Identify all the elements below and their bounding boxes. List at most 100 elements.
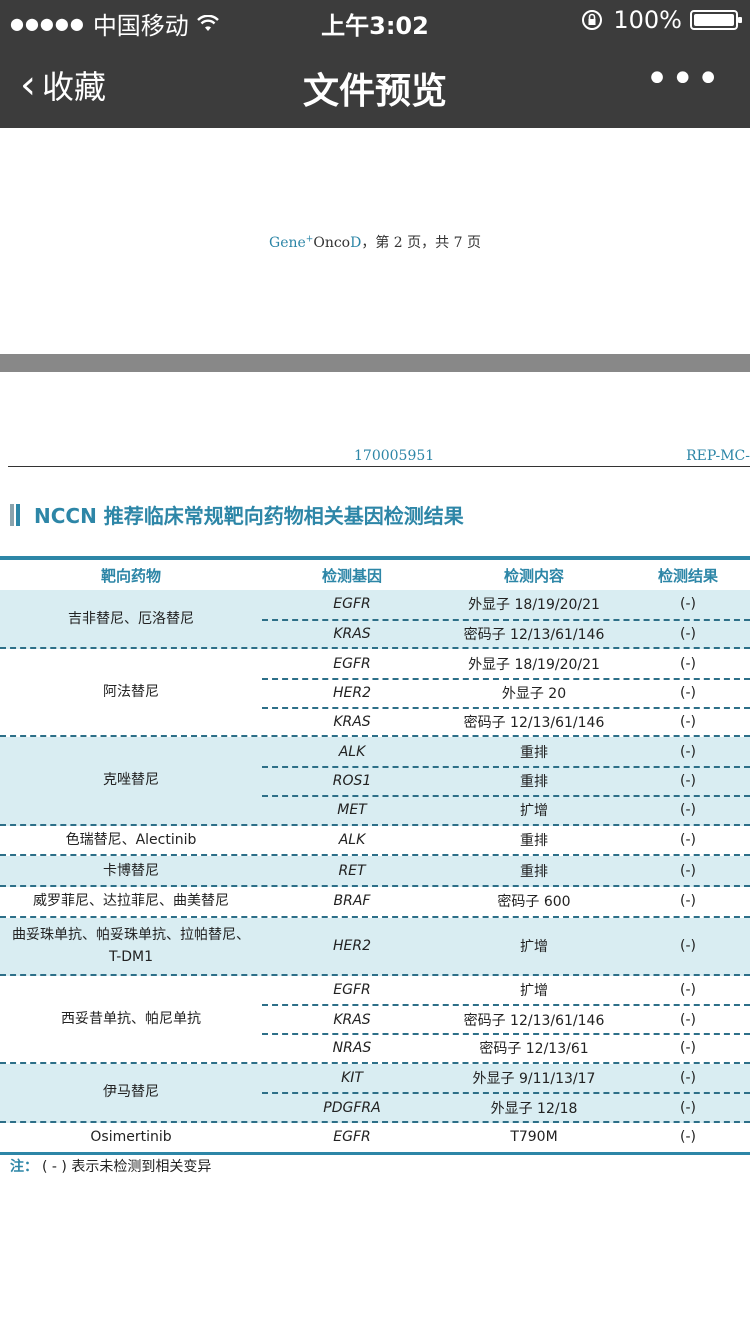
table-row: ROS1 重排 (-) [262,766,750,795]
table-row: BRAF 密码子 600 (-) [262,887,750,916]
gene-name: KRAS [333,1011,371,1028]
drug-name: Osimertinib [90,1129,172,1146]
table-row: HER2 扩增 (-) [262,918,750,974]
table-bottom-rule [0,1151,750,1155]
drug-name: 卡博替尼 [103,862,159,879]
detection-result: (-) [680,981,696,998]
gene-name: ALK [338,831,366,848]
detection-content: 重排 [520,832,548,849]
detection-content: 密码子 12/13/61/146 [463,627,605,644]
header-divider [8,466,750,467]
detection-result: (-) [680,1011,696,1028]
battery-fill [694,14,734,26]
navigation-bar: ‹ 收藏 文件预览 ••• [0,40,750,128]
table-row-group: 伊马替尼 KIT 外显子 9/11/13/17 (-) PDGFRA 外显子 12/18 (… [0,1063,750,1123]
report-number: 170005951 [354,448,435,464]
drug-name: 阿法替尼 [103,684,159,701]
detection-result: (-) [680,1099,696,1116]
note-label: 注： [10,1159,38,1175]
table-row: HER2 外显子 20 (-) [262,678,750,707]
drug-name: 克唑替尼 [103,772,159,789]
detection-result: (-) [680,596,696,613]
detection-content: 外显子 9/11/13/17 [472,1070,596,1087]
gene-name: EGFR [333,981,371,998]
table-header: 靶向药物 检测基因 检测内容 检测结果 [0,560,750,590]
document-page-bottom: Gene+OncoD，第 2 页，共 7 页 [0,128,750,354]
table-row: RET 重排 (-) [262,856,750,885]
table-row: EGFR T790M (-) [262,1123,750,1152]
detection-result: (-) [680,773,696,790]
detection-result: (-) [680,802,696,819]
detection-content: 扩增 [520,938,548,955]
table-row-group: 吉非替尼、厄洛替尼 EGFR 外显子 18/19/20/21 (-) KRAS 密码子 1… [0,590,750,650]
detection-content: T790M [510,1129,558,1146]
gene-name: ROS1 [332,773,372,790]
table-row: EGFR 外显子 18/19/20/21 (-) [262,649,750,678]
battery-icon [690,10,742,30]
detection-content: 重排 [520,744,548,761]
detection-result: (-) [680,685,696,702]
gene-name: BRAF [333,893,371,910]
header-content: 检测内容 [503,566,564,585]
footer-brand-onco: Onco [313,235,351,251]
page-footer: Gene+OncoD，第 2 页，共 7 页 [0,232,750,252]
table-row-group: 色瑞替尼、Alectinib ALK 重排 (-) [0,826,750,857]
detection-content: 外显子 12/18 [490,1100,578,1117]
table-row: KRAS 密码子 12/13/61/146 (-) [262,618,750,648]
gene-name: HER2 [332,685,371,702]
gene-name: ALK [338,743,366,760]
gene-name: MET [337,802,367,819]
table-note: 注：( - ) 表示未检测到相关变异 [10,1156,211,1176]
table-row: ALK 重排 (-) [262,737,750,766]
detection-content: 密码子 12/13/61 [479,1041,589,1058]
detection-content: 外显子 20 [501,686,567,703]
drug-name: 吉非替尼、厄洛替尼 [68,610,194,627]
detection-result: (-) [680,1040,696,1057]
gene-name: KIT [341,1069,363,1086]
table-row-group: 阿法替尼 EGFR 外显子 18/19/20/21 (-) HER2 外显子 20 (-) K… [0,649,750,738]
drug-name: 伊马替尼 [103,1084,159,1101]
detection-content: 密码子 12/13/61/146 [463,715,605,732]
footer-brand-d: D [350,235,362,251]
table-row: EGFR 外显子 18/19/20/21 (-) [262,590,750,619]
table-row: PDGFRA 外显子 12/18 (-) [262,1092,750,1121]
detection-content: 重排 [520,863,548,880]
detection-content: 扩增 [520,982,548,999]
table-row: KRAS 密码子 12/13/61/146 (-) [262,1004,750,1033]
table-row: KRAS 密码子 12/13/61/146 (-) [262,706,750,736]
header-result: 检测结果 [657,566,718,585]
header-drug: 靶向药物 [100,566,161,585]
status-bar: ●●●●● 中国移动 上午3:02 100% [0,0,750,40]
detection-content: 密码子 600 [497,894,571,911]
more-options-button[interactable]: ••• [645,56,722,102]
drug-name: 威罗菲尼、达拉菲尼、曲美替尼 [33,893,229,910]
footer-brand-gene: Gene [269,235,306,251]
page-title: 文件预览 [302,71,447,112]
table-row: EGFR 扩增 (-) [262,976,750,1005]
drug-name: 色瑞替尼、Alectinib [65,831,197,848]
table-row: NRAS 密码子 12/13/61 (-) [262,1032,750,1062]
section-title-text: NCCN 推荐临床常规靶向药物相关基因检测结果 [34,504,464,528]
gene-name: KRAS [333,714,371,731]
drug-name: 曲妥珠单抗、帕妥珠单抗、拉帕替尼、T-DM1 [12,926,250,965]
detection-result: (-) [680,831,696,848]
result-table: 靶向药物 检测基因 检测内容 检测结果 吉非替尼、厄洛替尼 EGFR 外显子 18/… [0,556,750,1155]
table-row: ALK 重排 (-) [262,826,750,855]
section-title: NCCN 推荐临床常规靶向药物相关基因检测结果 [10,500,464,529]
table-row-group: Osimertinib EGFR T790M (-) [0,1123,750,1152]
gene-name: EGFR [333,1129,371,1146]
detection-result: (-) [680,714,696,731]
detection-content: 重排 [520,774,548,791]
gene-name: NRAS [332,1040,372,1057]
gene-name: RET [338,862,366,879]
table-row-group: 卡博替尼 RET 重排 (-) [0,856,750,887]
table-row-group: 克唑替尼 ALK 重排 (-) ROS1 重排 (-) MET 扩增 (-) [0,737,750,826]
detection-content: 外显子 18/19/20/21 [468,656,600,673]
section-bar-icon [10,503,20,526]
orientation-lock-icon [582,10,603,30]
detection-content: 外显子 18/19/20/21 [468,597,600,614]
drug-name: 西妥昔单抗、帕尼单抗 [61,1010,201,1027]
report-code: REP-MC- [686,448,750,464]
detection-result: (-) [680,626,696,643]
detection-result: (-) [680,893,696,910]
